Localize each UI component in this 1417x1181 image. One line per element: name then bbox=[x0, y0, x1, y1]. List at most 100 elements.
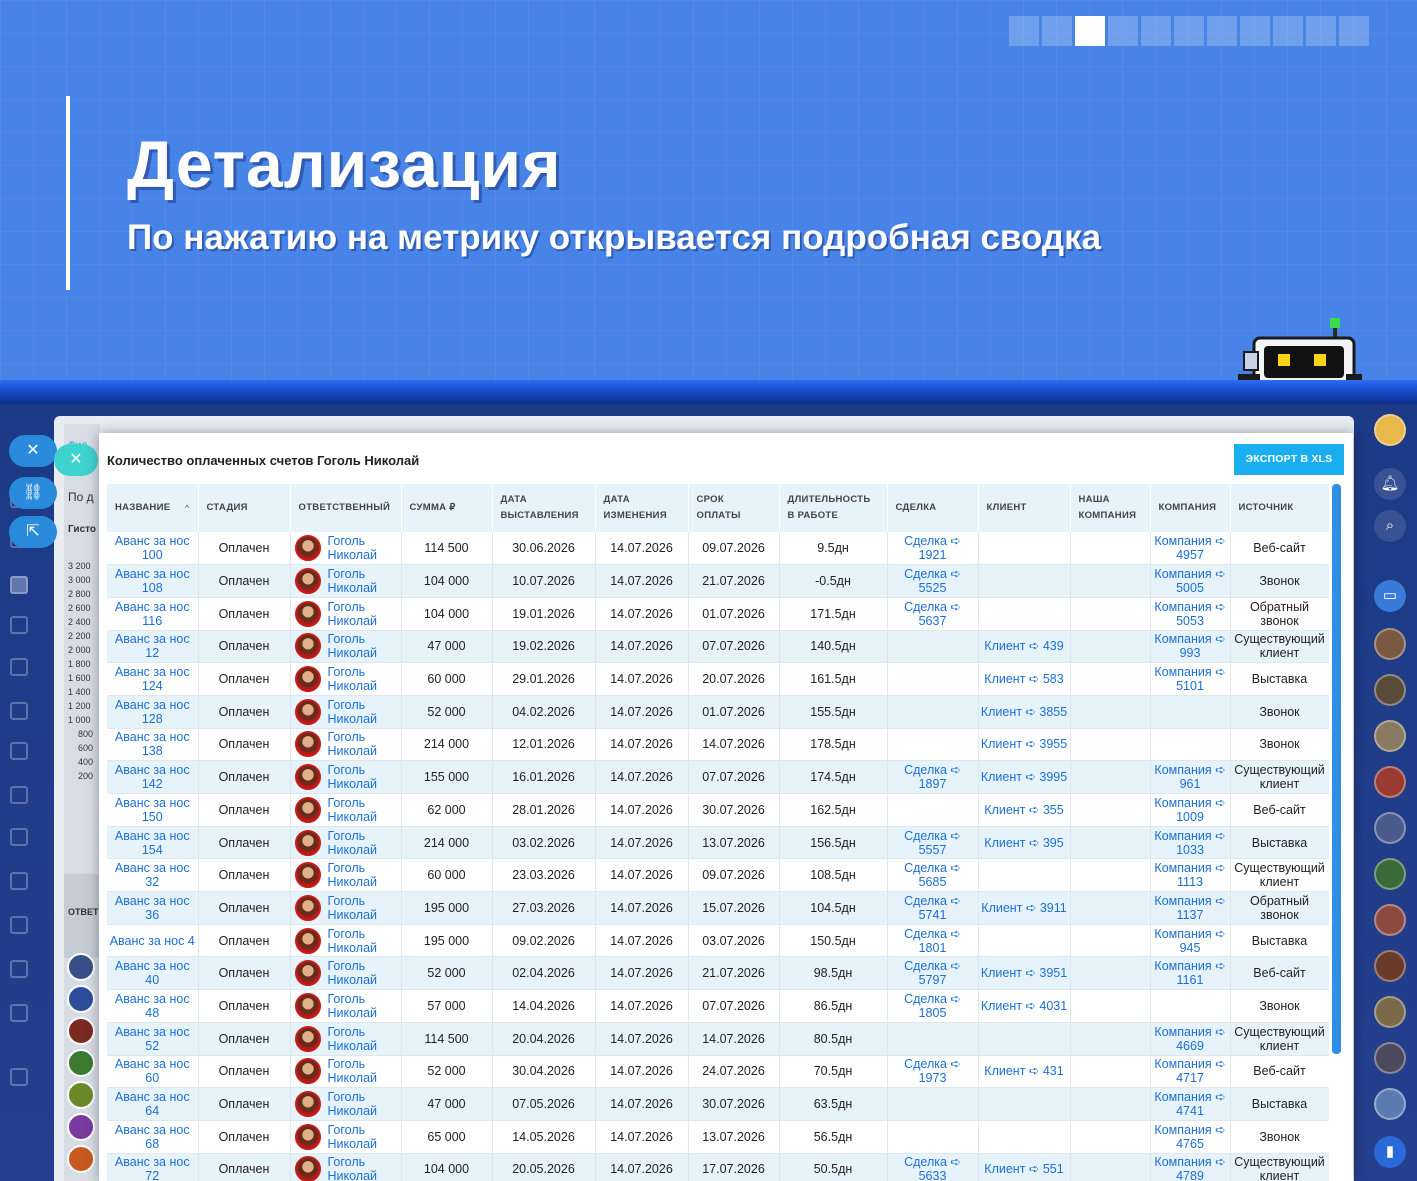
pager-square[interactable] bbox=[1174, 16, 1204, 46]
cell-company[interactable]: Компания ➪ 1161 bbox=[1150, 956, 1231, 991]
contact-avatar[interactable] bbox=[1374, 812, 1406, 844]
cell-company[interactable]: Компания ➪ 4765 bbox=[1150, 1120, 1231, 1154]
cell-company[interactable]: Компания ➪ 5005 bbox=[1150, 564, 1231, 598]
table-row[interactable]: Аванс за нос 72 Оплачен Гоголь Николай 104 … bbox=[107, 1153, 1329, 1181]
table-row[interactable]: Аванс за нос 12 Оплачен Гоголь Николай 47 0… bbox=[107, 630, 1329, 664]
cell-invoice-name[interactable]: Аванс за нос 138 bbox=[107, 728, 199, 762]
responsible-name[interactable]: Гоголь Николай bbox=[328, 1090, 392, 1118]
cell-deal[interactable]: Сделка ➪ 1921 bbox=[887, 532, 979, 566]
responsible-user[interactable]: Гоголь Николай bbox=[294, 1155, 399, 1181]
responsible-name[interactable]: Гоголь Николай bbox=[328, 730, 392, 758]
table-row[interactable]: Аванс за нос 100 Оплачен Гоголь Николай 114… bbox=[107, 532, 1329, 566]
cell-deal[interactable]: Сделка ➪ 5797 bbox=[887, 956, 979, 991]
cell-invoice-name[interactable]: Аванс за нос 72 bbox=[107, 1153, 199, 1181]
cell-deal[interactable]: Сделка ➪ 1805 bbox=[887, 989, 979, 1023]
cell-company[interactable]: Компания ➪ 1009 bbox=[1150, 793, 1231, 827]
contact-avatar[interactable] bbox=[1374, 996, 1406, 1028]
pager-square[interactable] bbox=[1339, 16, 1369, 46]
nav-icon-tasks[interactable] bbox=[10, 576, 28, 594]
responsible-name[interactable]: Гоголь Николай bbox=[328, 861, 392, 889]
cell-invoice-name[interactable]: Аванс за нос 32 bbox=[107, 858, 199, 893]
header-col-change-date[interactable]: ДАТА ИЗМЕНЕНИЯ bbox=[595, 484, 689, 532]
table-row[interactable]: Аванс за нос 150 Оплачен Гоголь Николай 62 … bbox=[107, 793, 1329, 827]
nav-icon[interactable] bbox=[10, 916, 28, 934]
cell-invoice-name[interactable]: Аванс за нос 142 bbox=[107, 760, 199, 794]
user-avatar[interactable] bbox=[1374, 414, 1406, 446]
cell-company[interactable]: Компания ➪ 5053 bbox=[1150, 597, 1231, 631]
cell-client[interactable]: Клиент ➪ 3951 bbox=[978, 956, 1071, 991]
cell-client[interactable]: Клиент ➪ 3911 bbox=[978, 891, 1071, 925]
cell-client[interactable]: Клиент ➪ 439 bbox=[978, 630, 1071, 664]
table-row[interactable]: Аванс за нос 64 Оплачен Гоголь Николай 47 0… bbox=[107, 1087, 1329, 1121]
header-col-source[interactable]: ИСТОЧНИК bbox=[1230, 484, 1329, 532]
table-row[interactable]: Аванс за нос 138 Оплачен Гоголь Николай 214… bbox=[107, 728, 1329, 762]
close-icon[interactable]: ✕ bbox=[9, 435, 57, 467]
responsible-name[interactable]: Гоголь Николай bbox=[328, 992, 392, 1020]
export-xls-button[interactable]: ЭКСПОРТ В XLS bbox=[1234, 444, 1344, 475]
responsible-user[interactable]: Гоголь Николай bbox=[294, 829, 399, 857]
responsible-user[interactable]: Гоголь Николай bbox=[294, 632, 399, 660]
open-external-icon[interactable]: ⇱ bbox=[9, 516, 57, 548]
cell-deal[interactable]: Сделка ➪ 5557 bbox=[887, 826, 979, 860]
responsible-user[interactable]: Гоголь Николай bbox=[294, 730, 399, 758]
cell-company[interactable]: Компания ➪ 993 bbox=[1150, 630, 1231, 664]
responsible-user[interactable]: Гоголь Николай bbox=[294, 763, 399, 791]
cell-deal[interactable]: Сделка ➪ 5741 bbox=[887, 891, 979, 925]
cell-client[interactable]: Клиент ➪ 583 bbox=[978, 662, 1071, 696]
header-col-due-date[interactable]: СРОК ОПЛАТЫ bbox=[688, 484, 780, 532]
header-col-duration[interactable]: ДЛИТЕЛЬНОСТЬ В РАБОТЕ bbox=[779, 484, 888, 532]
nav-icon[interactable] bbox=[10, 786, 28, 804]
contact-avatar[interactable] bbox=[1374, 628, 1406, 660]
header-col-responsible[interactable]: ОТВЕТСТВЕННЫЙ bbox=[290, 484, 402, 532]
table-row[interactable]: Аванс за нос 116 Оплачен Гоголь Николай 104… bbox=[107, 597, 1329, 631]
cell-client[interactable]: Клиент ➪ 3955 bbox=[978, 728, 1071, 762]
cell-client[interactable]: Клиент ➪ 3995 bbox=[978, 760, 1071, 794]
responsible-user[interactable]: Гоголь Николай bbox=[294, 992, 399, 1020]
cell-invoice-name[interactable]: Аванс за нос 124 bbox=[107, 662, 199, 696]
responsible-name[interactable]: Гоголь Николай bbox=[328, 534, 392, 562]
responsible-user[interactable]: Гоголь Николай bbox=[294, 1025, 399, 1053]
responsible-user[interactable]: Гоголь Николай bbox=[294, 927, 399, 955]
responsible-name[interactable]: Гоголь Николай bbox=[328, 665, 392, 693]
contact-avatar[interactable] bbox=[1374, 858, 1406, 890]
header-col-our-company[interactable]: НАША КОМПАНИЯ bbox=[1070, 484, 1151, 532]
responsible-user[interactable]: Гоголь Николай bbox=[294, 698, 399, 726]
cell-invoice-name[interactable]: Аванс за нос 150 bbox=[107, 793, 199, 827]
responsible-user[interactable]: Гоголь Николай bbox=[294, 567, 399, 595]
cell-company[interactable]: Компания ➪ 945 bbox=[1150, 924, 1231, 958]
cell-client[interactable]: Клиент ➪ 355 bbox=[978, 793, 1071, 827]
chat-icon[interactable]: ▭ bbox=[1374, 580, 1406, 612]
responsible-user[interactable]: Гоголь Николай bbox=[294, 959, 399, 987]
cell-invoice-name[interactable]: Аванс за нос 36 bbox=[107, 891, 199, 925]
nav-icon[interactable] bbox=[10, 742, 28, 760]
cell-deal[interactable]: Сделка ➪ 1973 bbox=[887, 1055, 979, 1089]
responsible-name[interactable]: Гоголь Николай bbox=[328, 829, 392, 857]
nav-icon[interactable] bbox=[10, 828, 28, 846]
cell-company[interactable]: Компания ➪ 961 bbox=[1150, 760, 1231, 794]
cell-client[interactable]: Клиент ➪ 3855 bbox=[978, 695, 1071, 729]
table-row[interactable]: Аванс за нос 40 Оплачен Гоголь Николай 52 0… bbox=[107, 956, 1329, 991]
vertical-scrollbar[interactable] bbox=[1332, 484, 1341, 1054]
responsible-user[interactable]: Гоголь Николай bbox=[294, 1057, 399, 1085]
cell-company[interactable]: Компания ➪ 4717 bbox=[1150, 1055, 1231, 1089]
pager-square[interactable] bbox=[1207, 16, 1237, 46]
responsible-name[interactable]: Гоголь Николай bbox=[328, 567, 392, 595]
responsible-user[interactable]: Гоголь Николай bbox=[294, 534, 399, 562]
cell-company[interactable]: Компания ➪ 4789 bbox=[1150, 1153, 1231, 1181]
table-row[interactable]: Аванс за нос 52 Оплачен Гоголь Николай 114 … bbox=[107, 1022, 1329, 1056]
nav-icon[interactable] bbox=[10, 658, 28, 676]
sort-asc-icon[interactable]: ^ bbox=[185, 500, 190, 516]
responsible-name[interactable]: Гоголь Николай bbox=[328, 894, 392, 922]
responsible-name[interactable]: Гоголь Николай bbox=[328, 1057, 392, 1085]
responsible-name[interactable]: Гоголь Николай bbox=[328, 632, 392, 660]
cell-deal[interactable]: Сделка ➪ 5637 bbox=[887, 597, 979, 631]
responsible-user[interactable]: Гоголь Николай bbox=[294, 665, 399, 693]
header-col-company[interactable]: КОМПАНИЯ bbox=[1150, 484, 1231, 532]
responsible-name[interactable]: Гоголь Николай bbox=[328, 796, 392, 824]
cell-company[interactable]: Компания ➪ 4669 bbox=[1150, 1022, 1231, 1056]
cell-company[interactable]: Компания ➪ 1113 bbox=[1150, 858, 1231, 893]
nav-icon[interactable] bbox=[10, 872, 28, 890]
header-col-sum[interactable]: СУММА ₽ bbox=[401, 484, 493, 532]
search-icon[interactable]: ⌕ bbox=[1374, 510, 1406, 542]
cell-invoice-name[interactable]: Аванс за нос 60 bbox=[107, 1055, 199, 1089]
